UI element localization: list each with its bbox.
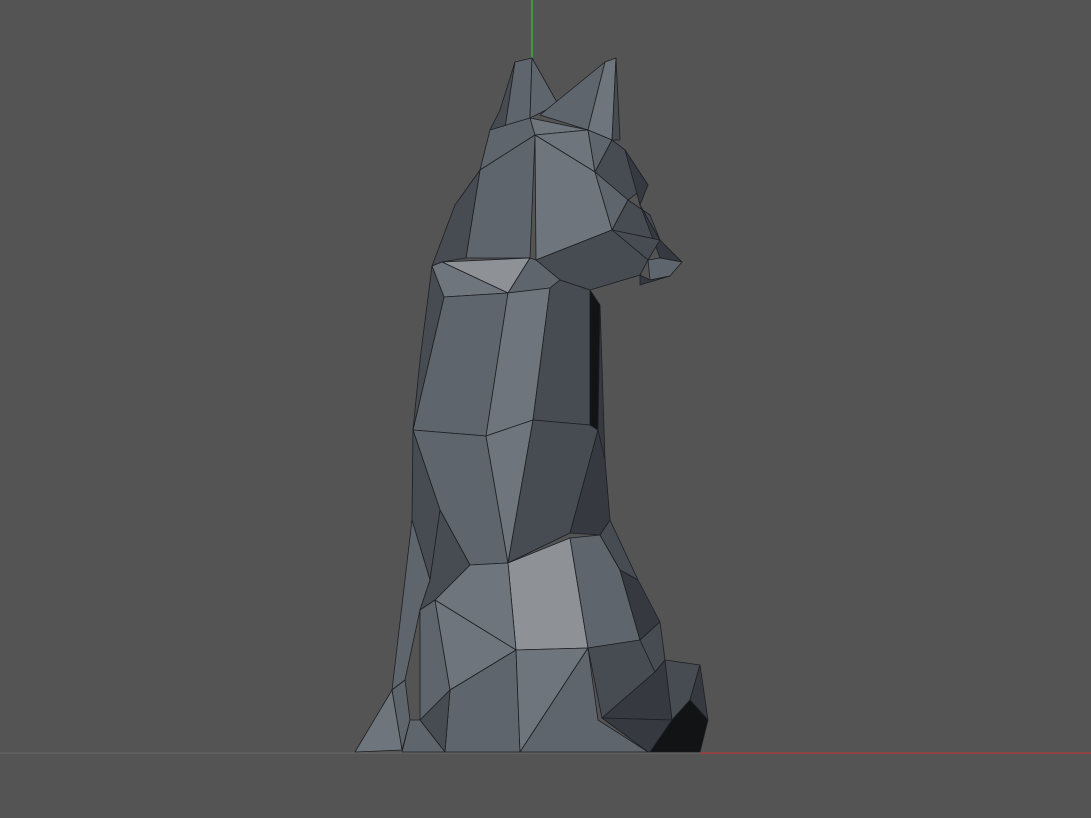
viewport-canvas[interactable] — [0, 0, 1091, 818]
low-poly-fox-model[interactable] — [354, 57, 709, 753]
3d-viewport[interactable] — [0, 0, 1091, 818]
